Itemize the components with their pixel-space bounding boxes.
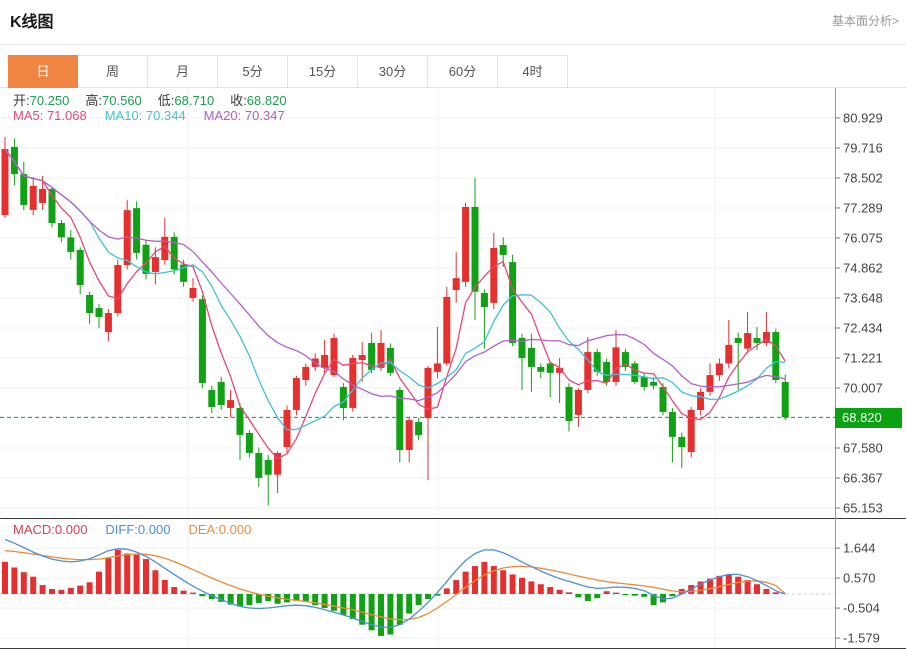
tab-日[interactable]: 日 (8, 55, 78, 88)
ohlcbar-item: 高:70.560 (85, 93, 141, 108)
tab-4时[interactable]: 4时 (498, 55, 568, 88)
svg-text:65.153: 65.153 (843, 501, 883, 516)
macd-info-bar: MACD:0.000 DIFF:0.000 DEA:0.000 (13, 522, 269, 537)
mabar-item: MA10: 70.344 (105, 108, 186, 123)
mabar-item: MA20: 70.347 (204, 108, 285, 123)
tab-30分[interactable]: 30分 (358, 55, 428, 88)
macdbar-item: MACD:0.000 (13, 522, 87, 537)
svg-text:74.862: 74.862 (843, 260, 883, 275)
macd-chart-canvas[interactable] (0, 519, 836, 648)
mabar-item: MA5: 71.068 (13, 108, 87, 123)
period-tabbar: 日周月5分15分30分60分4时 (8, 55, 568, 88)
svg-text:76.075: 76.075 (843, 230, 883, 245)
last-price-tag: 68.820 (835, 408, 902, 428)
tab-15分[interactable]: 15分 (288, 55, 358, 88)
ohlcbar-item: 收:68.820 (230, 93, 286, 108)
ma-info-bar: MA5: 71.068 MA10: 70.344 MA20: 70.347 (13, 108, 303, 123)
macdbar-item: DEA:0.000 (188, 522, 251, 537)
tab-5分[interactable]: 5分 (218, 55, 288, 88)
svg-text:71.221: 71.221 (843, 350, 883, 365)
kline-widget: K线图 基本面分析> 日周月5分15分30分60分4时 80.929 79.716… (0, 0, 906, 651)
bottom-border (0, 648, 906, 649)
svg-text:-0.504: -0.504 (843, 601, 880, 616)
price-axis: 80.929 79.716 78.502 77.289 76.075 74.862 73.6… (835, 88, 906, 648)
svg-text:-1.579: -1.579 (843, 631, 880, 646)
svg-text:72.434: 72.434 (843, 320, 883, 335)
ohlc-info-bar: 开:70.250 高:70.560 低:68.710 收:68.820 (13, 90, 303, 109)
tab-月[interactable]: 月 (148, 55, 218, 88)
ohlcbar-item: 低:68.710 (158, 93, 214, 108)
svg-text:67.580: 67.580 (843, 441, 883, 456)
header-divider (0, 44, 906, 45)
fundamental-analysis-link[interactable]: 基本面分析> (832, 12, 899, 29)
tab-60分[interactable]: 60分 (428, 55, 498, 88)
svg-text:70.007: 70.007 (843, 381, 883, 396)
svg-text:1.644: 1.644 (843, 541, 876, 556)
macdbar-item: DIFF:0.000 (105, 522, 170, 537)
ohlcbar-item: 开:70.250 (13, 93, 69, 108)
svg-text:80.929: 80.929 (843, 110, 883, 125)
svg-text:0.570: 0.570 (843, 571, 876, 586)
svg-text:79.716: 79.716 (843, 140, 883, 155)
svg-text:78.502: 78.502 (843, 170, 883, 185)
tab-周[interactable]: 周 (78, 55, 148, 88)
svg-text:77.289: 77.289 (843, 200, 883, 215)
svg-text:73.648: 73.648 (843, 290, 883, 305)
page-title: K线图 (10, 8, 54, 32)
svg-text:66.367: 66.367 (843, 471, 883, 486)
candlestick-chart-canvas[interactable] (0, 88, 836, 518)
